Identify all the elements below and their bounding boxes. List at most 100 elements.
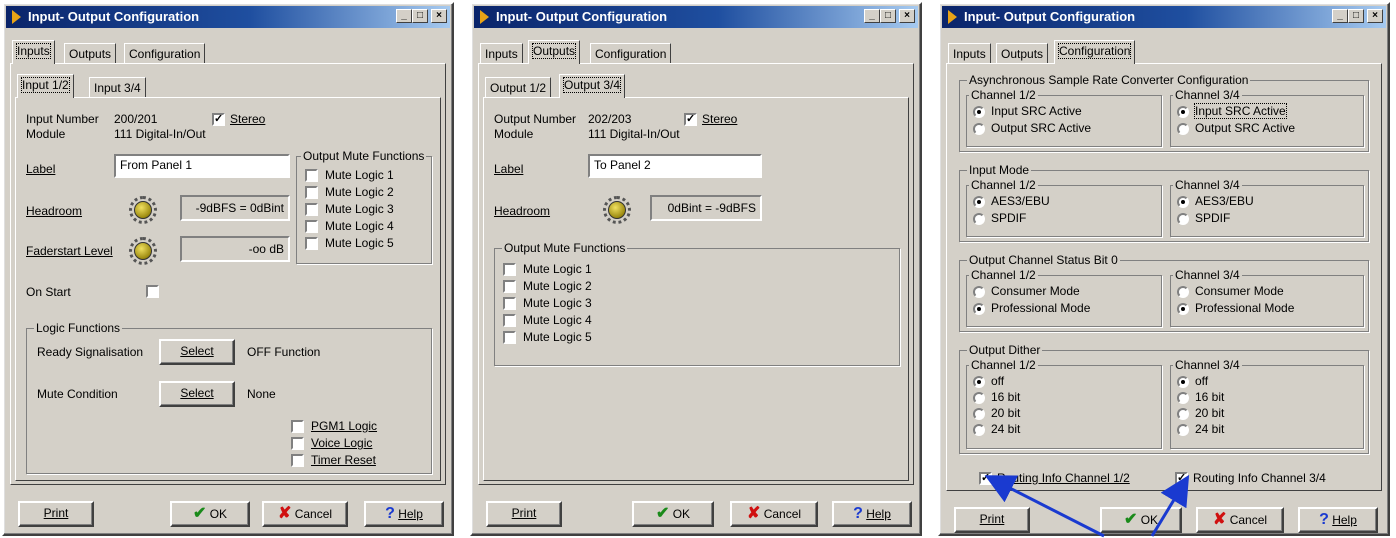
dither-ch34-20bit-label: 20 bit xyxy=(1195,406,1225,420)
status-ch12-professional-label: Professional Mode xyxy=(991,301,1091,315)
maximize-button[interactable]: □ xyxy=(880,9,896,23)
tab-configuration[interactable]: Configuration xyxy=(590,43,672,64)
tab-outputs[interactable]: Outputs xyxy=(528,40,581,64)
subtab-output-12[interactable]: Output 1/2 xyxy=(485,77,552,98)
mute-logic-4-checkbox[interactable] xyxy=(305,220,318,233)
tab-outputs[interactable]: Outputs xyxy=(64,43,117,64)
help-button[interactable]: ? Help xyxy=(1298,507,1378,533)
minimize-button[interactable]: _ xyxy=(864,9,880,23)
dither-ch34-off-radio[interactable] xyxy=(1177,376,1189,388)
headroom-knob-icon[interactable] xyxy=(129,196,157,224)
status-ch34-professional-label: Professional Mode xyxy=(1195,301,1295,315)
routing-ch12-checkbox[interactable]: ✓ xyxy=(979,472,992,485)
mute-logic-2-label: Mute Logic 2 xyxy=(523,279,592,293)
maximize-button[interactable]: □ xyxy=(412,9,428,23)
mute-logic-2-checkbox[interactable] xyxy=(503,280,516,293)
src-ch34-output-radio[interactable] xyxy=(1177,123,1189,135)
src-ch34-title: Channel 3/4 xyxy=(1173,88,1242,102)
minimize-button[interactable]: _ xyxy=(396,9,412,23)
ok-button[interactable]: ✔ OK xyxy=(632,501,714,527)
mute-logic-3-checkbox[interactable] xyxy=(503,297,516,310)
mute-logic-3-checkbox[interactable] xyxy=(305,203,318,216)
mute-logic-1-checkbox[interactable] xyxy=(503,263,516,276)
inmode-ch12-aes-radio[interactable] xyxy=(973,196,985,208)
routing-ch34-checkbox[interactable]: ✓ xyxy=(1175,472,1188,485)
dither-ch12-off-radio[interactable] xyxy=(973,376,985,388)
tab-inputs[interactable]: Inputs xyxy=(480,43,523,64)
ready-select-button[interactable]: Select xyxy=(159,339,235,365)
timer-reset-checkbox[interactable] xyxy=(291,454,304,467)
mute-logic-2-checkbox[interactable] xyxy=(305,186,318,199)
title-bar[interactable]: Input- Output Configuration _ □ × xyxy=(474,6,918,28)
mute-logic-1-checkbox[interactable] xyxy=(305,169,318,182)
status-ch12-consumer-radio[interactable] xyxy=(973,286,985,298)
status-ch34-consumer-radio[interactable] xyxy=(1177,286,1189,298)
inmode-ch34-aes-label: AES3/EBU xyxy=(1195,194,1254,208)
label-input[interactable]: From Panel 1 xyxy=(114,154,290,178)
cancel-button[interactable]: ✘ Cancel xyxy=(730,501,818,527)
maximize-button[interactable]: □ xyxy=(1348,9,1364,23)
output-mute-group: Output Mute Functions Mute Logic 1 Mute … xyxy=(494,241,900,366)
ready-signalisation-value: OFF Function xyxy=(247,345,321,359)
headroom-knob-icon[interactable] xyxy=(603,196,631,224)
inmode-ch34-spdif-label: SPDIF xyxy=(1195,211,1231,225)
tab-configuration[interactable]: Configuration xyxy=(124,43,206,64)
minimize-button[interactable]: _ xyxy=(1332,9,1348,23)
src-ch12-input-radio[interactable] xyxy=(973,106,985,118)
label-input[interactable]: To Panel 2 xyxy=(588,154,762,178)
title-bar[interactable]: Input- Output Configuration _ □ × xyxy=(6,6,450,28)
dither-ch34-group: Channel 3/4 off 16 bit 20 bit 24 bit xyxy=(1170,358,1364,449)
subtab-input-12[interactable]: Input 1/2 xyxy=(17,74,74,98)
mute-condition-select-button[interactable]: Select xyxy=(159,381,235,407)
close-button[interactable]: × xyxy=(431,9,447,23)
cancel-button[interactable]: ✘ Cancel xyxy=(1196,507,1284,533)
tab-inputs[interactable]: Inputs xyxy=(948,43,991,64)
print-button[interactable]: Print xyxy=(486,501,562,527)
ok-button[interactable]: ✔ OK xyxy=(170,501,250,527)
status-ch34-professional-radio[interactable] xyxy=(1177,303,1189,315)
help-icon: ? xyxy=(853,505,863,522)
onstart-checkbox[interactable] xyxy=(146,285,159,298)
print-button[interactable]: Print xyxy=(18,501,94,527)
mute-logic-4-checkbox[interactable] xyxy=(503,314,516,327)
src-ch34-input-radio[interactable] xyxy=(1177,106,1189,118)
mute-logic-2-label: Mute Logic 2 xyxy=(325,185,394,199)
check-icon: ✔ xyxy=(655,505,670,522)
title-bar[interactable]: Input- Output Configuration _ □ × xyxy=(942,6,1386,28)
dither-ch34-20bit-radio[interactable] xyxy=(1177,408,1189,420)
dither-ch12-24bit-radio[interactable] xyxy=(973,424,985,436)
inmode-ch12-spdif-radio[interactable] xyxy=(973,213,985,225)
tab-configuration[interactable]: Configuration xyxy=(1054,40,1136,64)
voice-logic-checkbox[interactable] xyxy=(291,437,304,450)
mute-logic-5-checkbox[interactable] xyxy=(305,237,318,250)
inmode-ch34-aes-radio[interactable] xyxy=(1177,196,1189,208)
help-button[interactable]: ? Help xyxy=(832,501,912,527)
mute-condition-value: None xyxy=(247,387,276,401)
dialog-outputs: Input- Output Configuration _ □ × Inputs… xyxy=(470,2,922,536)
src-ch12-output-radio[interactable] xyxy=(973,123,985,135)
print-button[interactable]: Print xyxy=(954,507,1030,533)
stereo-checkbox[interactable]: ✓ xyxy=(212,113,225,126)
dither-ch12-16bit-radio[interactable] xyxy=(973,392,985,404)
dialog-configuration: Input- Output Configuration _ □ × Inputs… xyxy=(938,2,1390,536)
help-button[interactable]: ? Help xyxy=(364,501,444,527)
subtab-output-34[interactable]: Output 3/4 xyxy=(559,74,626,98)
ok-button[interactable]: ✔ OK xyxy=(1100,507,1182,533)
close-button[interactable]: × xyxy=(899,9,915,23)
dither-ch34-16bit-radio[interactable] xyxy=(1177,392,1189,404)
cancel-button[interactable]: ✘ Cancel xyxy=(262,501,348,527)
dither-ch34-24bit-radio[interactable] xyxy=(1177,424,1189,436)
tab-outputs[interactable]: Outputs xyxy=(996,43,1049,64)
dither-ch12-20bit-radio[interactable] xyxy=(973,408,985,420)
channel-status-title: Output Channel Status Bit 0 xyxy=(967,253,1120,267)
tab-inputs[interactable]: Inputs xyxy=(12,40,55,64)
stereo-checkbox[interactable]: ✓ xyxy=(684,113,697,126)
subtab-input-34[interactable]: Input 3/4 xyxy=(89,77,146,98)
mute-logic-5-checkbox[interactable] xyxy=(503,331,516,344)
inmode-ch34-spdif-radio[interactable] xyxy=(1177,213,1189,225)
status-ch12-professional-radio[interactable] xyxy=(973,303,985,315)
faderstart-knob-icon[interactable] xyxy=(129,237,157,265)
pgm1-logic-checkbox[interactable] xyxy=(291,420,304,433)
dither-ch12-16bit-label: 16 bit xyxy=(991,390,1021,404)
close-button[interactable]: × xyxy=(1367,9,1383,23)
